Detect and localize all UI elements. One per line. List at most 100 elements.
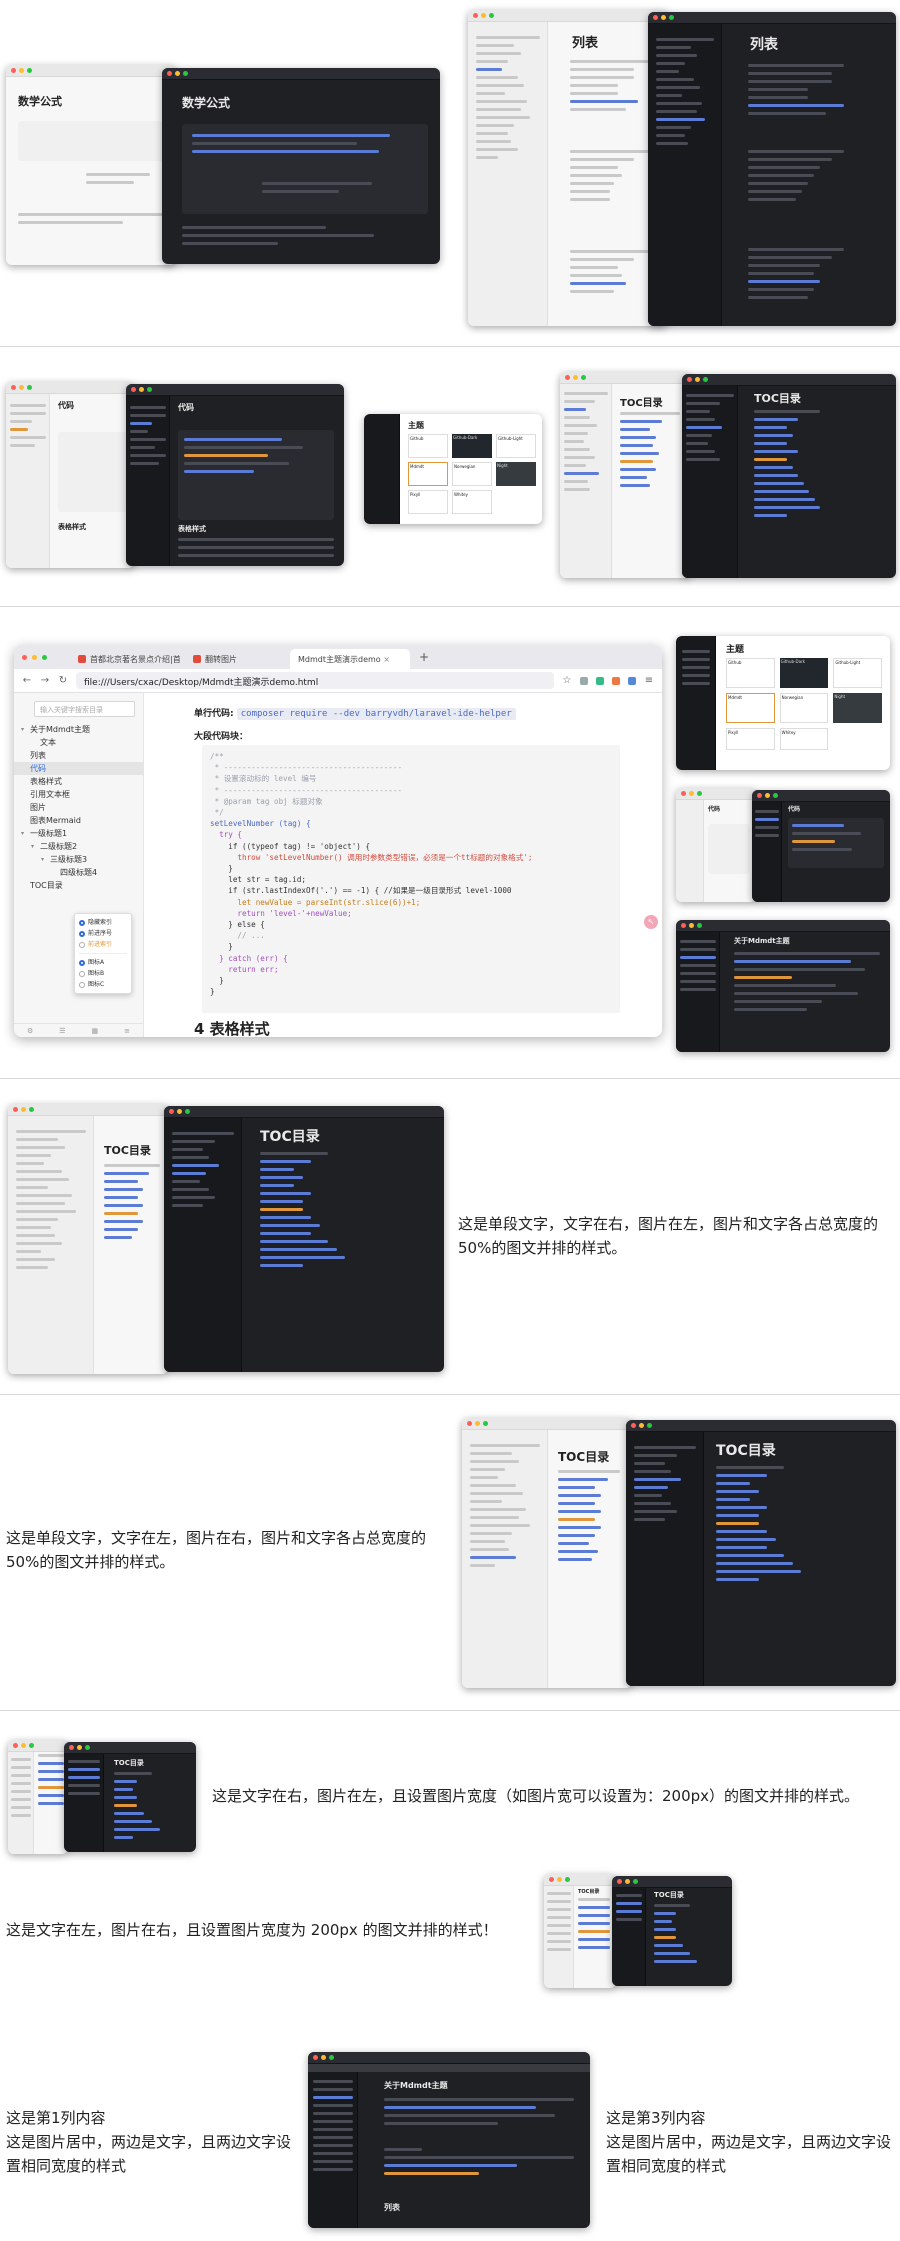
sidebar-item-active[interactable]: 代码 [14, 762, 143, 775]
sidebar-item[interactable]: 四级标题4 [14, 866, 143, 879]
sidebar-item[interactable]: 图片 [14, 801, 143, 814]
sidebar-item[interactable]: 表格样式 [14, 775, 143, 788]
page-icon [193, 655, 201, 663]
popup-option[interactable]: 前进索引 [79, 939, 127, 950]
close-window-dot[interactable] [22, 654, 27, 660]
popup-option[interactable]: 隐藏索引 [79, 917, 127, 928]
toc-title-light: TOC目录 [620, 398, 663, 409]
list-title-dark: 列表 [750, 37, 778, 53]
theme-card[interactable]: Night [496, 462, 536, 486]
divider [0, 1710, 900, 1711]
sidebar-item[interactable]: 引用文本框 [14, 788, 143, 801]
theme-card[interactable]: Pixyll [726, 728, 775, 750]
new-tab-icon[interactable]: + [419, 650, 429, 664]
list-icon[interactable]: ≡ [124, 1027, 130, 1035]
caption-text-left: 这是单段文字，文字在左，图片在右，图片和文字各占总宽度的50%的图文并排的样式。 [6, 1529, 427, 1571]
theme-title: 主题 [408, 421, 424, 430]
screenshot-math-light: 数学公式 [6, 65, 176, 265]
popup-option[interactable]: 图标B [79, 968, 127, 979]
url-bar: ← → ↻ file:///Users/cxac/Desktop/Mdmdt主题… [14, 669, 662, 693]
float-action-icon[interactable]: ↖ [644, 915, 658, 929]
caption-text-right: 这是单段文字，文字在右，图片在左，图片和文字各占总宽度的50%的图文并排的样式。 [458, 1215, 879, 1257]
column-left: 这是第1列内容 这是图片居中，两边是文字，且两边文字设置相同宽度的样式 [6, 2106, 296, 2178]
theme-title-2: 主题 [726, 645, 745, 655]
column-left-body: 这是图片居中，两边是文字，且两边文字设置相同宽度的样式 [6, 2133, 292, 2175]
reload-icon[interactable]: ↻ [58, 675, 68, 686]
about-title: 关于Mdmdt主题 [734, 937, 790, 945]
sidebar-item[interactable]: ▾ 关于Mdmdt主题 [14, 723, 143, 736]
grid-icon[interactable]: ▦ [92, 1027, 99, 1035]
zoom-window-dot[interactable] [42, 654, 47, 660]
sidebar-item[interactable]: TOC目录 [14, 879, 143, 892]
sidebar-item[interactable]: ▾ 一级标题1 [14, 827, 143, 840]
theme-card[interactable]: Whitey [452, 490, 492, 514]
page-icon [78, 655, 86, 663]
theme-card[interactable]: Github-Light [833, 658, 882, 688]
screenshot-code-light-2: 代码 [676, 788, 756, 902]
screenshot-theme: 主题 Github Github-Dark Github-Light Mdmdt… [364, 414, 542, 524]
sidebar-item[interactable]: 文本 [14, 736, 143, 749]
toc-options-popup: 隐藏索引 前进序号 前进索引 图标A 图标B 图标C [74, 913, 132, 994]
theme-card[interactable]: Github-Light [496, 434, 536, 458]
sidebar-item[interactable]: 图表Mermaid [14, 814, 143, 827]
theme-card[interactable]: Mdmdt [726, 693, 775, 723]
extension-icon[interactable] [580, 676, 588, 685]
theme-card[interactable]: Whitey [779, 728, 829, 750]
screenshot-list-dark: 列表 [648, 12, 896, 326]
extension-icon[interactable] [612, 676, 620, 685]
screenshot-about-center: 关于Mdmdt主题 列表 [308, 2052, 590, 2228]
forward-icon[interactable]: → [40, 675, 50, 686]
close-tab-icon[interactable]: × [383, 655, 390, 664]
code-title-light-2: 代码 [708, 806, 721, 813]
theme-card[interactable]: Night [833, 693, 882, 723]
screenshot-toc-dark: TOC目录 [682, 374, 896, 578]
sidebar-item[interactable]: ▾ 三级标题3 [14, 853, 143, 866]
theme-card[interactable]: Mdmdt [408, 462, 448, 486]
column-right: 这是第3列内容 这是图片居中，两边是文字，且两边文字设置相同宽度的样式 [606, 2106, 896, 2178]
tab-flip-image[interactable]: 翻转图片 [185, 649, 285, 669]
theme-grid: Github Github-Dark Github-Light Mdmdt No… [726, 658, 882, 750]
popup-option[interactable]: 前进序号 [79, 928, 127, 939]
column-right-title: 这是第3列内容 [606, 2109, 706, 2127]
single-line-code-label: 单行代码: composer require --dev barryvdh/la… [194, 706, 516, 720]
sidebar-item[interactable]: ▾ 二级标题2 [14, 840, 143, 853]
toc-title-light-5: TOC目录 [578, 1889, 600, 1895]
theme-card[interactable]: Norwegian [779, 693, 829, 723]
theme-card[interactable]: Github-Dark [452, 434, 492, 458]
column-right-body: 这是图片居中，两边是文字，且两边文字设置相同宽度的样式 [606, 2133, 892, 2175]
code-block-label: 大段代码块： [194, 732, 249, 742]
popup-option[interactable]: 图标C [79, 979, 127, 990]
screenshot-toc-dark-4: TOC目录 [64, 1742, 196, 1852]
screenshot-toc-light-3: TOC目录 [462, 1418, 632, 1688]
code-title-dark: 代码 [178, 403, 194, 412]
theme-card[interactable]: Norwegian [452, 462, 492, 486]
screenshot-toc-dark-3: TOC目录 [626, 1420, 896, 1686]
extension-icon[interactable] [596, 676, 604, 685]
extension-icon[interactable] [628, 676, 636, 685]
screenshot-toc-light-4 [8, 1740, 68, 1854]
tab-mdmdt-demo[interactable]: Mdmdt主题演示demo × [290, 649, 410, 669]
menu-icon[interactable]: ≡ [644, 675, 654, 686]
list-title-center: 列表 [384, 2203, 400, 2212]
minimize-window-dot[interactable] [32, 654, 37, 660]
address-input[interactable]: file:///Users/cxac/Desktop/Mdmdt主题演示demo… [76, 672, 554, 689]
tab-beijing[interactable]: 首都北京著名景点介绍|首都北京 [70, 649, 180, 669]
settings-icon[interactable]: ⚙ [27, 1027, 33, 1035]
bookmark-icon[interactable]: ☆ [562, 675, 572, 686]
theme-card[interactable]: Github [408, 434, 448, 458]
toc-search-input[interactable]: 输入关键字搜索目录 [34, 701, 135, 717]
screenshot-theme-2: 主题 Github Github-Dark Github-Light Mdmdt… [676, 636, 890, 770]
theme-card[interactable]: Pixyll [408, 490, 448, 514]
toc-title-light-3: TOC目录 [558, 1450, 610, 1464]
screenshot-about-dark: 关于Mdmdt主题 [676, 920, 890, 1052]
popup-option[interactable]: 图标A [79, 957, 127, 968]
outline-icon[interactable]: ☰ [59, 1027, 65, 1035]
sidebar-item[interactable]: 列表 [14, 749, 143, 762]
toc-title-dark: TOC目录 [754, 392, 801, 405]
back-icon[interactable]: ← [22, 675, 32, 686]
theme-card[interactable]: Github-Dark [779, 658, 829, 688]
theme-card[interactable]: Github [726, 658, 775, 688]
screenshot-code-dark: 代码 表格样式 [126, 384, 344, 566]
screenshot-toc-light-2: TOC目录 [8, 1104, 168, 1374]
list-title-light: 列表 [572, 36, 599, 51]
